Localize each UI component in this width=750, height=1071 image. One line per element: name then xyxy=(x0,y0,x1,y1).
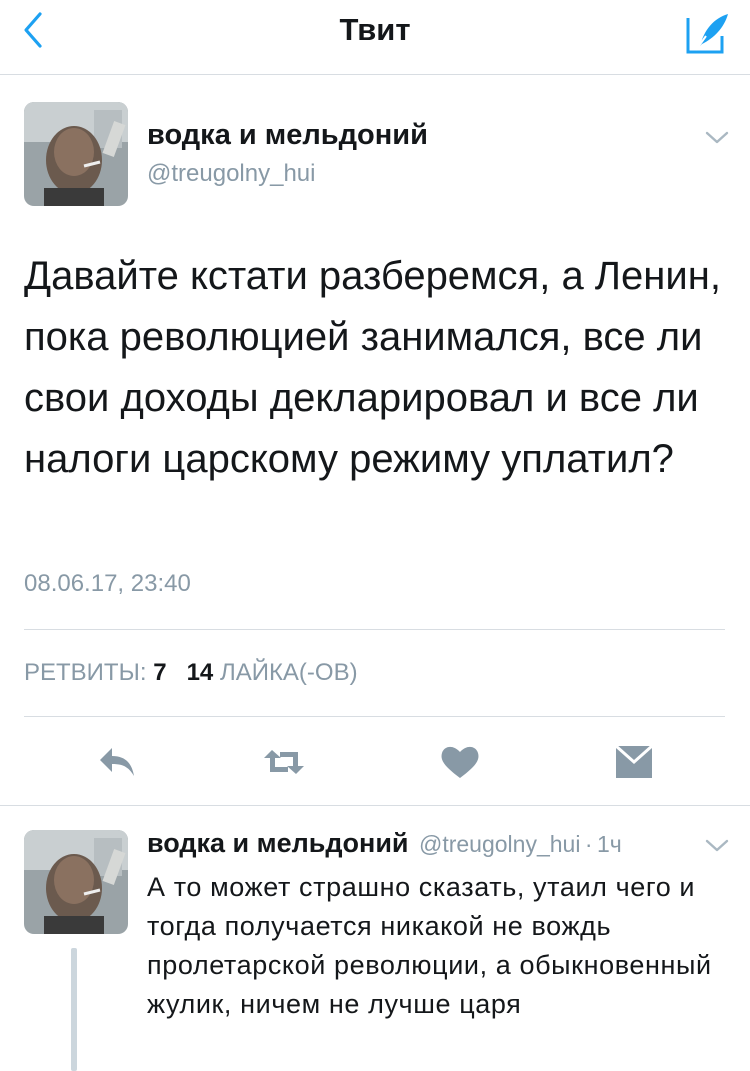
divider xyxy=(24,629,725,630)
retweet-icon xyxy=(264,750,304,774)
reply-button[interactable] xyxy=(96,742,140,782)
thread-line xyxy=(71,948,77,1071)
compose-button[interactable] xyxy=(684,10,730,56)
chevron-down-icon xyxy=(705,131,729,144)
direct-message-button[interactable] xyxy=(612,742,656,782)
tweet-menu-button[interactable] xyxy=(704,130,730,146)
compose-quill-icon xyxy=(686,14,728,54)
separator-dot: · xyxy=(584,831,593,857)
reply-header: водка и мельдоний @treugolny_hui · 1ч xyxy=(147,828,622,859)
avatar-photo xyxy=(24,102,128,206)
likes-label[interactable]: ЛАЙКА(-ОВ) xyxy=(220,659,358,686)
divider xyxy=(24,716,725,717)
reply-text: А то может страшно сказать, утаил чего и… xyxy=(147,872,712,1019)
like-button[interactable] xyxy=(438,742,482,782)
author-handle[interactable]: @treugolny_hui xyxy=(147,160,315,188)
author-name[interactable]: водка и мельдоний xyxy=(147,119,428,152)
avatar[interactable] xyxy=(24,102,128,206)
retweet-button[interactable] xyxy=(262,742,306,782)
tweet-stats: РЕТВИТЫ: 7 14 ЛАЙКА(-ОВ) xyxy=(24,659,358,687)
reply-avatar[interactable] xyxy=(24,830,128,934)
envelope-icon xyxy=(615,744,653,778)
reply-time: 1ч xyxy=(597,831,622,857)
likes-count[interactable]: 14 xyxy=(187,659,214,686)
tweet-timestamp: 08.06.17, 23:40 xyxy=(24,570,191,597)
reply-icon xyxy=(100,748,134,776)
reply-author-name[interactable]: водка и мельдоний xyxy=(147,828,409,858)
page-title: Твит xyxy=(339,12,411,47)
chevron-down-icon xyxy=(705,839,729,852)
reply-author-handle[interactable]: @treugolny_hui xyxy=(419,831,580,857)
retweets-count[interactable]: 7 xyxy=(153,659,166,686)
tweet-text: Давайте кстати разберемся, а Ленин, пока… xyxy=(24,254,721,481)
heart-icon xyxy=(441,746,479,778)
divider xyxy=(0,805,750,806)
retweets-label[interactable]: РЕТВИТЫ: xyxy=(24,659,147,686)
reply-menu-button[interactable] xyxy=(704,838,730,854)
avatar-photo xyxy=(24,830,128,934)
navbar: Твит xyxy=(0,0,750,75)
